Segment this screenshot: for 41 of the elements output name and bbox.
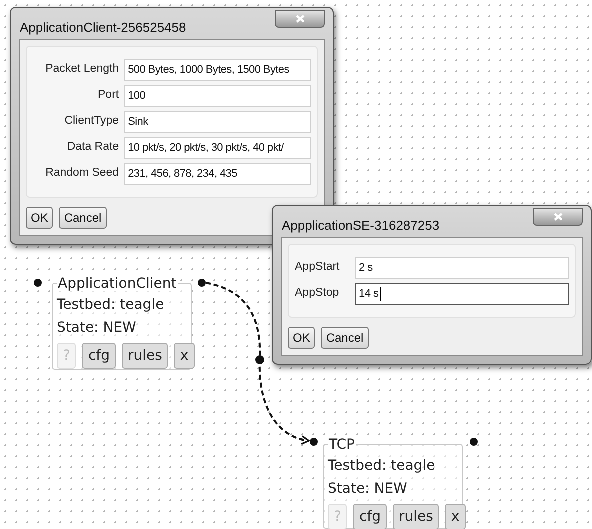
window-title: AppplicationSE-316287253	[281, 217, 440, 235]
dialog-button[interactable]: OK	[288, 327, 316, 349]
node-title: ApplicationClient	[57, 277, 178, 291]
close-button[interactable]	[275, 10, 325, 28]
node-button[interactable]: cfg	[353, 504, 387, 529]
dialog-button[interactable]: OK	[26, 207, 54, 229]
state-text: State: NEW	[328, 480, 408, 498]
text-field[interactable]: 231, 456, 878, 234, 435	[124, 163, 311, 185]
field-label: AppStop	[295, 286, 340, 302]
field-label: Random Seed	[44, 166, 120, 182]
port-dot[interactable]	[310, 438, 318, 446]
state-text: State: NEW	[57, 319, 138, 337]
close-button[interactable]	[533, 208, 583, 226]
field-label: Data Rate	[66, 140, 120, 156]
node-button[interactable]: x	[445, 504, 466, 529]
testbed-text: Testbed: teagle	[328, 457, 436, 475]
text-field[interactable]: 100	[124, 85, 311, 107]
bend-handle[interactable]	[256, 356, 264, 364]
window-title: ApplicationClient-256525458	[19, 19, 186, 37]
text-field[interactable]: 2 s	[355, 257, 569, 279]
node-button[interactable]: rules	[122, 343, 168, 369]
node-button[interactable]: rules	[392, 504, 440, 529]
field-label: Packet Length	[44, 62, 120, 78]
node-button[interactable]: x	[174, 343, 195, 369]
field-label: Port	[97, 88, 120, 104]
text-field[interactable]: 500 Bytes, 1000 Bytes, 1500 Bytes	[124, 59, 311, 81]
node-title: TCP	[328, 438, 356, 452]
dialog-button[interactable]: Cancel	[321, 327, 369, 349]
testbed-text: Testbed: teagle	[57, 296, 166, 314]
port-dot[interactable]	[198, 279, 206, 287]
field-label: ClientType	[64, 114, 120, 130]
node-button[interactable]: cfg	[82, 343, 116, 369]
close-icon	[296, 15, 304, 23]
port-dot[interactable]	[34, 279, 42, 287]
dialog-button[interactable]: Cancel	[59, 207, 107, 229]
field-label: AppStart	[295, 260, 341, 276]
text-field[interactable]: 10 pkt/s, 20 pkt/s, 30 pkt/s, 40 pkt/	[124, 137, 311, 159]
text-field[interactable]: Sink	[124, 111, 311, 133]
text-field[interactable]: 14 s	[355, 283, 569, 305]
close-icon	[554, 213, 562, 221]
port-dot[interactable]	[470, 438, 478, 446]
